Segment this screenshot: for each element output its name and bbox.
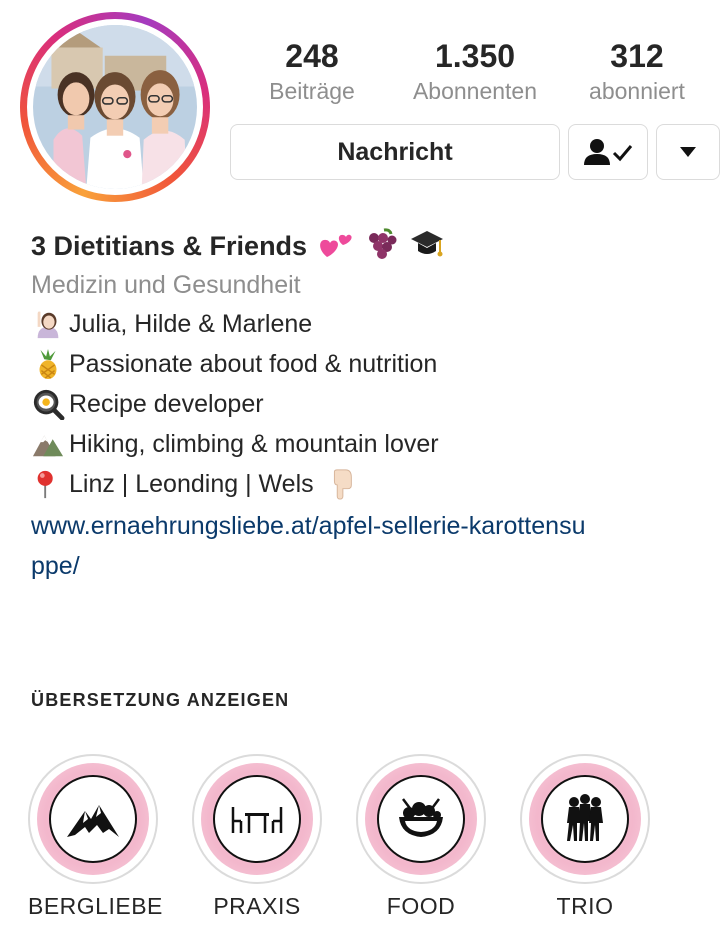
two-hearts-emoji-icon <box>319 227 353 261</box>
bio-line-locations: Linz | Leonding | Wels <box>31 464 711 504</box>
woman-raising-hand-emoji-icon <box>31 308 65 340</box>
highlight-ring <box>28 754 158 884</box>
person-check-icon <box>584 139 633 165</box>
highlight-label: TRIO <box>556 893 614 919</box>
frying-pan-emoji-icon <box>31 388 65 420</box>
highlight-ring <box>356 754 486 884</box>
highlight-ring <box>520 754 650 884</box>
highlight-ring <box>192 754 322 884</box>
table-chairs-icon <box>231 807 283 833</box>
following-count: 312 <box>610 38 664 74</box>
graduation-cap-emoji-icon <box>410 227 444 261</box>
round-pushpin-emoji-icon <box>31 468 65 500</box>
profile-category: Medizin und Gesundheit <box>31 271 301 299</box>
avatar-gap <box>27 19 203 195</box>
highlight-pink-cover <box>37 763 149 875</box>
bio-passion-text: Passionate about food & nutrition <box>69 350 438 378</box>
three-women-silhouette-icon <box>567 794 603 841</box>
bio-line-recipe: Recipe developer <box>31 384 711 424</box>
bio-recipe-text: Recipe developer <box>69 390 264 418</box>
more-options-button[interactable] <box>656 124 720 180</box>
message-button[interactable]: Nachricht <box>230 124 560 180</box>
profile-bio: 3 Dietitians & Friends Medizin und Gesun… <box>31 226 711 586</box>
highlight-bergliebe[interactable]: BERGLIEBE <box>28 754 163 920</box>
highlight-inner-circle <box>213 775 301 863</box>
highlight-praxis[interactable]: PRAXIS <box>192 754 322 920</box>
highlight-label: FOOD <box>386 893 456 919</box>
salad-bowl-icon <box>399 798 443 837</box>
triangle-down-icon <box>680 147 696 157</box>
mountain-icon <box>67 805 119 837</box>
profile-name: 3 Dietitians & Friends <box>31 231 308 261</box>
stat-followers[interactable]: 1.350 Abonnenten <box>400 36 550 106</box>
highlight-inner-circle <box>541 775 629 863</box>
followers-count: 1.350 <box>434 38 516 74</box>
grapes-emoji-icon <box>364 227 398 261</box>
show-translation-link[interactable]: ÜBERSETZUNG ANZEIGEN <box>31 690 289 711</box>
stat-posts[interactable]: 248 Beiträge <box>262 36 362 106</box>
highlight-label: BERGLIEBE <box>28 893 163 919</box>
mountain-emoji-icon <box>31 428 65 460</box>
bio-line-hiking: Hiking, climbing & mountain lover <box>31 424 711 464</box>
profile-avatar-ring[interactable] <box>20 12 210 202</box>
avatar[interactable] <box>33 25 197 189</box>
highlight-label: PRAXIS <box>213 893 301 919</box>
highlight-inner-circle <box>377 775 465 863</box>
highlight-pink-cover <box>201 763 313 875</box>
avatar-photo <box>33 25 197 189</box>
bio-locations-text: Linz | Leonding | Wels <box>69 470 314 498</box>
pointing-down-emoji-icon <box>324 468 358 500</box>
highlight-food[interactable]: FOOD <box>356 754 486 920</box>
followers-label: Abonnenten <box>412 78 538 104</box>
posts-count: 248 <box>285 38 339 74</box>
posts-label: Beiträge <box>269 78 355 104</box>
bio-hiking-text: Hiking, climbing & mountain lover <box>69 430 439 458</box>
pineapple-emoji-icon <box>31 348 65 380</box>
profile-name-row: 3 Dietitians & Friends <box>31 226 711 266</box>
highlight-pink-cover <box>529 763 641 875</box>
bio-website-link[interactable]: www.ernaehrungsliebe.at/apfel-sellerie-k… <box>31 506 591 586</box>
following-button[interactable] <box>568 124 648 180</box>
bio-line-passion: Passionate about food & nutrition <box>31 344 711 384</box>
highlight-pink-cover <box>365 763 477 875</box>
bio-names-text: Julia, Hilde & Marlene <box>69 310 313 338</box>
highlight-inner-circle <box>49 775 137 863</box>
stat-following[interactable]: 312 abonniert <box>578 36 696 106</box>
following-label: abonniert <box>589 78 685 104</box>
bio-line-names: Julia, Hilde & Marlene <box>31 304 711 344</box>
highlight-trio[interactable]: TRIO <box>520 754 650 920</box>
